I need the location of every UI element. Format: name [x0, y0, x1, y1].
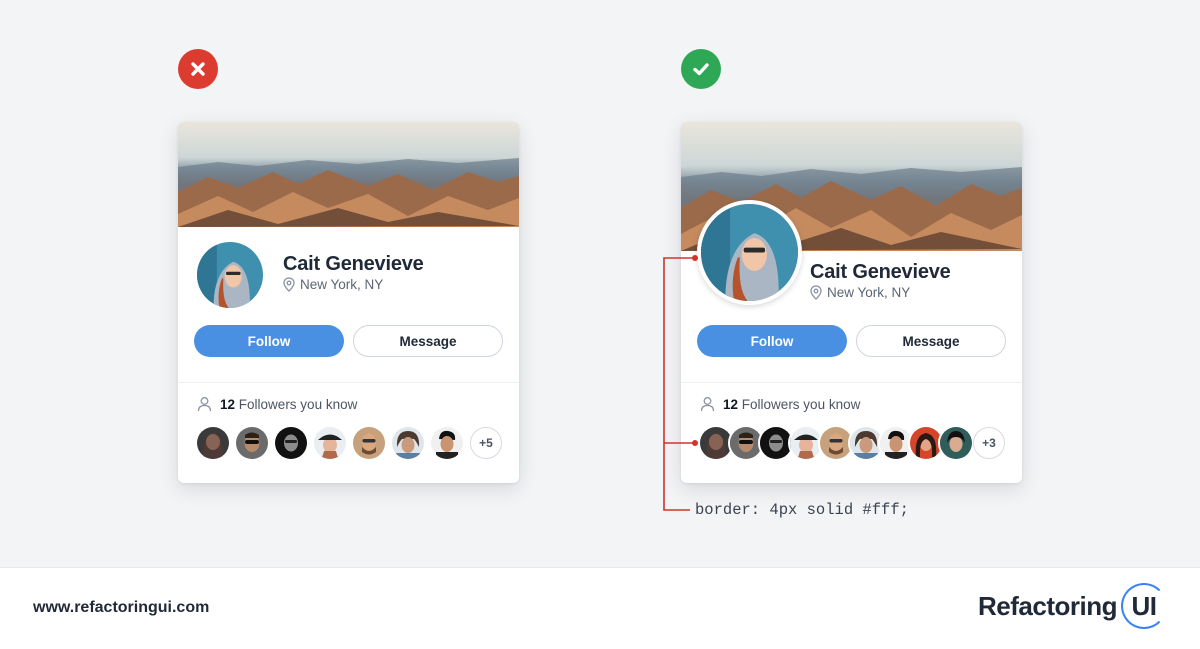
- profile-card-before: Cait Genevieve New York, NY Follow Messa…: [178, 122, 519, 483]
- message-button[interactable]: Message: [353, 325, 503, 357]
- follower-avatar[interactable]: [197, 427, 229, 459]
- user-icon: [197, 397, 212, 412]
- profile-location: New York, NY: [283, 277, 383, 292]
- profile-location: New York, NY: [810, 285, 910, 300]
- avatar: [697, 200, 802, 305]
- followers-label: Followers you know: [238, 396, 358, 412]
- follower-avatar[interactable]: [275, 427, 307, 459]
- profile-name: Cait Genevieve: [810, 261, 951, 283]
- cover-image: [178, 122, 519, 227]
- follower-avatar[interactable]: [236, 427, 268, 459]
- follow-button[interactable]: Follow: [194, 325, 344, 357]
- location-text: New York, NY: [827, 285, 911, 300]
- check-icon: [693, 63, 709, 76]
- brand-text: Refactoring: [978, 590, 1117, 621]
- follower-avatar[interactable]: [938, 425, 974, 461]
- followers-count: 12: [220, 396, 236, 412]
- follower-avatar[interactable]: [392, 427, 424, 459]
- footer: www.refactoringui.com Refactoring UI: [0, 567, 1200, 649]
- avatar: [197, 242, 263, 308]
- follower-avatar[interactable]: [314, 427, 346, 459]
- correct-badge: [681, 49, 721, 89]
- followers-count: 12: [723, 396, 739, 412]
- followers-label: Followers you know: [741, 396, 861, 412]
- brand-ui-mark: UI: [1121, 583, 1167, 629]
- brand-logo: Refactoring UI: [978, 583, 1167, 629]
- brand-ring-icon: [1121, 583, 1167, 629]
- follower-avatar[interactable]: [431, 427, 463, 459]
- location-pin-icon: [810, 285, 822, 300]
- x-icon: [191, 62, 205, 76]
- message-button[interactable]: Message: [856, 325, 1006, 357]
- annotation-text: border: 4px solid #fff;: [695, 501, 909, 519]
- followers-summary: 12 Followers you know: [197, 396, 357, 412]
- user-icon: [700, 397, 715, 412]
- profile-card-after: Cait Genevieve New York, NY Follow Messa…: [681, 122, 1022, 483]
- profile-name: Cait Genevieve: [283, 253, 424, 275]
- divider: [681, 382, 1022, 383]
- follower-avatar[interactable]: [353, 427, 385, 459]
- followers-summary: 12 Followers you know: [700, 396, 860, 412]
- divider: [178, 382, 519, 383]
- follow-button[interactable]: Follow: [697, 325, 847, 357]
- site-link[interactable]: www.refactoringui.com: [33, 599, 209, 617]
- location-text: New York, NY: [300, 277, 384, 292]
- incorrect-badge: [178, 49, 218, 89]
- more-followers-button[interactable]: +5: [470, 427, 502, 459]
- more-followers-button[interactable]: +3: [973, 427, 1005, 459]
- location-pin-icon: [283, 277, 295, 292]
